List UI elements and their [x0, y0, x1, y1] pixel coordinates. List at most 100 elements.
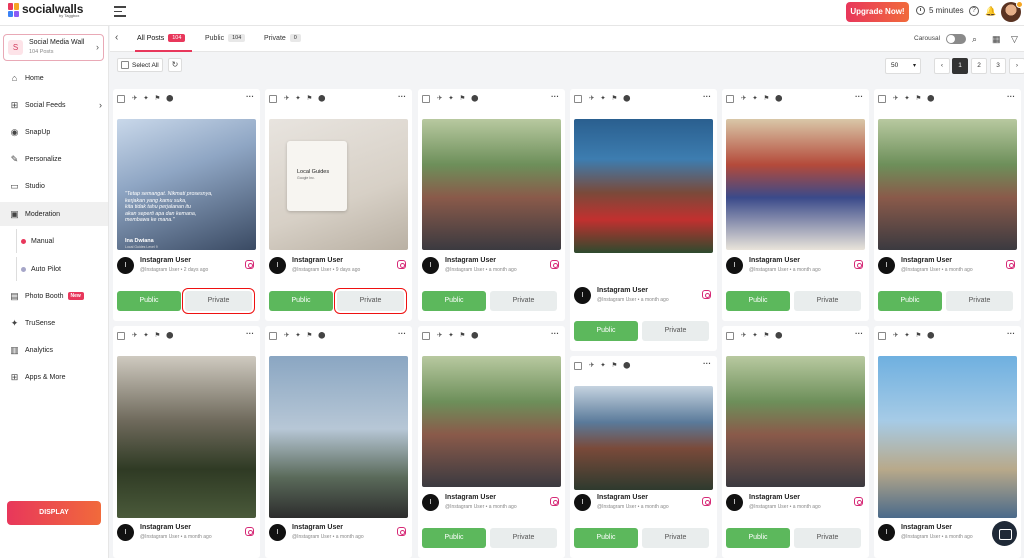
- more-options-icon[interactable]: ···: [246, 329, 254, 338]
- per-page-select[interactable]: 50 ▾: [885, 58, 921, 74]
- post-image[interactable]: [878, 119, 1017, 250]
- private-button[interactable]: Private: [794, 291, 861, 311]
- card-actions[interactable]: ✈ ✦ ⚑ ⬤: [893, 94, 936, 102]
- instagram-icon[interactable]: [854, 497, 863, 506]
- carousel-toggle[interactable]: [946, 34, 966, 44]
- instagram-icon[interactable]: [854, 260, 863, 269]
- post-checkbox[interactable]: [269, 332, 277, 340]
- card-actions[interactable]: ✈ ✦ ⚑ ⬤: [741, 94, 784, 102]
- post-image[interactable]: Local Guides Google Inc.: [269, 119, 408, 250]
- private-button[interactable]: Private: [946, 291, 1013, 311]
- instagram-icon[interactable]: [550, 497, 559, 506]
- card-actions[interactable]: ✈ ✦ ⚑ ⬤: [893, 331, 936, 339]
- post-checkbox[interactable]: [269, 95, 277, 103]
- sidebar-item-personalize[interactable]: ✎ Personalize: [0, 147, 108, 171]
- more-options-icon[interactable]: ···: [855, 329, 863, 338]
- calendar-icon[interactable]: ▦: [992, 34, 1001, 44]
- post-image[interactable]: [574, 119, 713, 253]
- sidebar-item-analytics[interactable]: ▥ Analytics: [0, 338, 108, 362]
- post-image[interactable]: [726, 356, 865, 487]
- private-button[interactable]: Private: [334, 288, 407, 314]
- post-card[interactable]: ✈ ✦ ⚑ ⬤ ··· I Instagram User @Instagram User…: [265, 326, 412, 558]
- post-checkbox[interactable]: [878, 95, 886, 103]
- tab-public[interactable]: Public 104: [205, 34, 246, 42]
- post-image[interactable]: [269, 356, 408, 518]
- public-button[interactable]: Public: [422, 528, 486, 548]
- sidebar-item-trusense[interactable]: ✦ TruSense: [0, 311, 108, 335]
- next-page-button[interactable]: ›: [1009, 58, 1024, 74]
- post-checkbox[interactable]: [574, 362, 582, 370]
- post-image[interactable]: [422, 356, 561, 487]
- private-button[interactable]: Private: [490, 291, 557, 311]
- instagram-icon[interactable]: [397, 260, 406, 269]
- sidebar-item-social-feeds[interactable]: ⊞ Social Feeds ›: [0, 93, 108, 117]
- card-actions[interactable]: ✈ ✦ ⚑ ⬤: [437, 94, 480, 102]
- post-image[interactable]: [422, 119, 561, 250]
- page-1-button[interactable]: 1: [952, 58, 968, 74]
- post-image[interactable]: [726, 119, 865, 250]
- checkbox[interactable]: [121, 61, 129, 69]
- tab-all-posts[interactable]: All Posts 104: [137, 34, 186, 42]
- card-actions[interactable]: ✈ ✦ ⚑ ⬤: [589, 361, 632, 369]
- card-actions[interactable]: ✈ ✦ ⚑ ⬤: [284, 94, 327, 102]
- more-options-icon[interactable]: ···: [855, 92, 863, 101]
- instagram-icon[interactable]: [702, 290, 711, 299]
- sidebar-item-photo-booth[interactable]: ▤ Photo Booth New: [0, 284, 108, 308]
- more-options-icon[interactable]: ···: [1007, 92, 1015, 101]
- public-button[interactable]: Public: [269, 291, 333, 311]
- card-actions[interactable]: ✈ ✦ ⚑ ⬤: [437, 331, 480, 339]
- public-button[interactable]: Public: [117, 291, 181, 311]
- private-button[interactable]: Private: [794, 528, 861, 548]
- tab-private[interactable]: Private 0: [264, 34, 301, 42]
- bell-icon[interactable]: 🔔: [985, 6, 996, 16]
- card-actions[interactable]: ✈ ✦ ⚑ ⬤: [132, 94, 175, 102]
- chat-support-icon[interactable]: [992, 521, 1017, 546]
- select-all-checkbox[interactable]: Select All: [117, 58, 163, 72]
- more-options-icon[interactable]: ···: [398, 329, 406, 338]
- sidebar-item-apps[interactable]: ⊞ Apps & More: [0, 365, 108, 389]
- post-card[interactable]: ✈ ✦ ⚑ ⬤ ··· I Instagram User @Instagram User…: [113, 326, 260, 558]
- post-card[interactable]: ✈ ✦ ⚑ ⬤ ··· "Tetap semangat. Nikmati prose…: [113, 89, 260, 321]
- post-checkbox[interactable]: [726, 95, 734, 103]
- display-button[interactable]: DISPLAY: [7, 501, 101, 525]
- post-checkbox[interactable]: [878, 332, 886, 340]
- instagram-icon[interactable]: [702, 497, 711, 506]
- post-checkbox[interactable]: [574, 95, 582, 103]
- back-chevron-icon[interactable]: ‹: [115, 32, 118, 43]
- search-icon[interactable]: ⌕: [972, 34, 977, 44]
- instagram-icon[interactable]: [397, 527, 406, 536]
- post-card[interactable]: ✈ ✦ ⚑ ⬤ ··· I Instagram User @Instagram User…: [722, 89, 869, 321]
- post-image[interactable]: [117, 356, 256, 518]
- post-image[interactable]: "Tetap semangat. Nikmati prosesnya, kerja…: [117, 119, 256, 250]
- prev-page-button[interactable]: ‹: [934, 58, 950, 74]
- public-button[interactable]: Public: [574, 321, 638, 341]
- more-options-icon[interactable]: ···: [551, 92, 559, 101]
- sidebar-subitem-auto-pilot[interactable]: Auto Pilot: [0, 257, 108, 281]
- more-options-icon[interactable]: ···: [703, 92, 711, 101]
- upgrade-button[interactable]: Upgrade Now!: [846, 2, 909, 22]
- sidebar-item-moderation[interactable]: ▣ Moderation: [0, 202, 108, 226]
- session-timer[interactable]: 5 minutes: [916, 6, 964, 15]
- post-checkbox[interactable]: [117, 332, 125, 340]
- sidebar-item-snapup[interactable]: ◉ SnapUp: [0, 120, 108, 144]
- wall-selector[interactable]: S Social Media Wall 104 Posts ›: [3, 34, 104, 61]
- card-actions[interactable]: ✈ ✦ ⚑ ⬤: [741, 331, 784, 339]
- post-checkbox[interactable]: [117, 95, 125, 103]
- post-card[interactable]: ✈ ✦ ⚑ ⬤ ··· Local Guides Google Inc. I Instag…: [265, 89, 412, 321]
- more-options-icon[interactable]: ···: [246, 92, 254, 101]
- filter-icon[interactable]: ▽: [1011, 34, 1018, 44]
- post-checkbox[interactable]: [726, 332, 734, 340]
- page-3-button[interactable]: 3: [990, 58, 1006, 74]
- instagram-icon[interactable]: [245, 260, 254, 269]
- more-options-icon[interactable]: ···: [703, 359, 711, 368]
- post-card[interactable]: ✈ ✦ ⚑ ⬤ ··· I Instagram User @Instagram User…: [570, 356, 717, 558]
- post-card[interactable]: ✈ ✦ ⚑ ⬤ ··· I Instagram User @Instagram User…: [570, 89, 717, 351]
- card-actions[interactable]: ✈ ✦ ⚑ ⬤: [284, 331, 327, 339]
- help-icon[interactable]: ?: [969, 6, 979, 16]
- post-card[interactable]: ✈ ✦ ⚑ ⬤ ··· I Instagram User @Instagram User…: [418, 89, 565, 321]
- private-button[interactable]: Private: [642, 528, 709, 548]
- post-card[interactable]: ✈ ✦ ⚑ ⬤ ··· I Instagram User @Instagram User…: [874, 89, 1021, 321]
- post-card[interactable]: ✈ ✦ ⚑ ⬤ ··· I Instagram User @Instagram User…: [418, 326, 565, 558]
- instagram-icon[interactable]: [1006, 260, 1015, 269]
- sidebar-item-studio[interactable]: ▭ Studio: [0, 174, 108, 198]
